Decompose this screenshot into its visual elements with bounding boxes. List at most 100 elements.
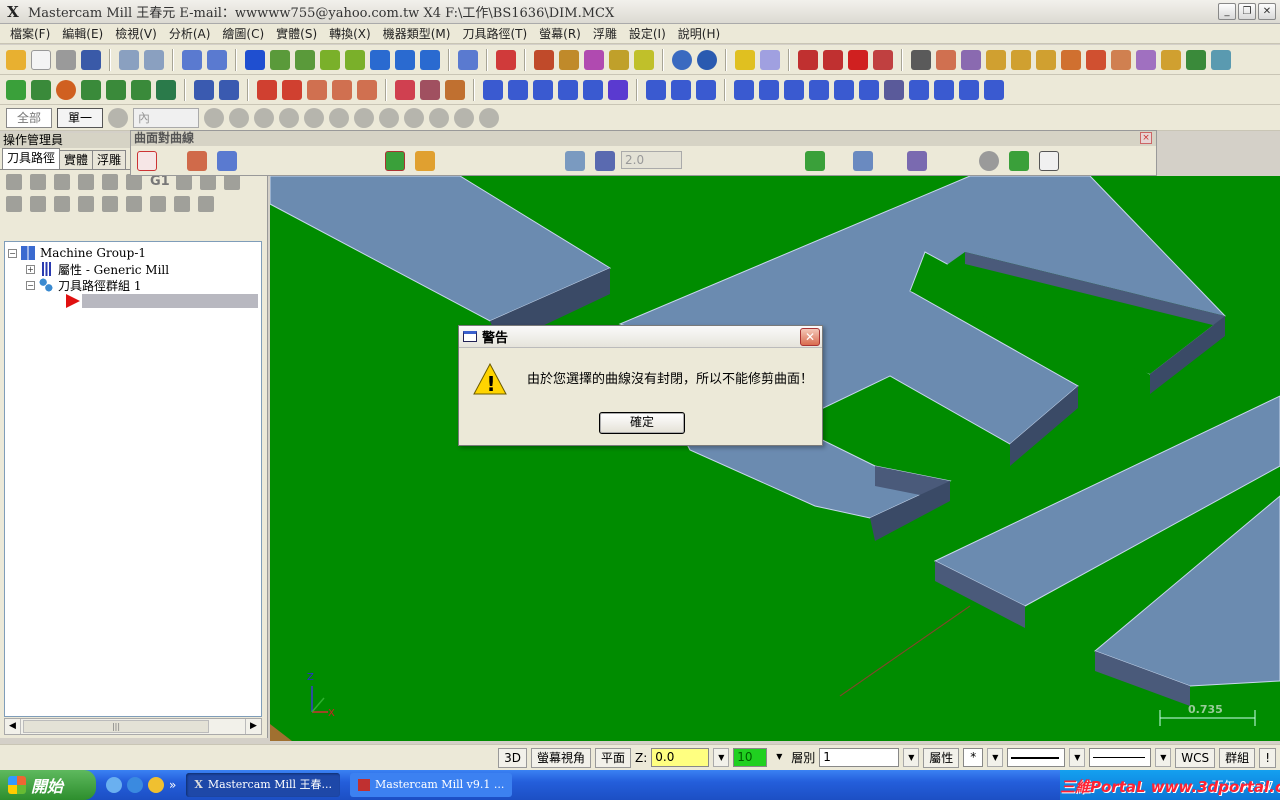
only-display-icon[interactable] <box>174 196 190 212</box>
print-icon[interactable] <box>56 49 76 70</box>
layer-dropdown[interactable]: ▼ <box>903 748 920 767</box>
verify-select-icon[interactable] <box>404 107 425 128</box>
z-depth-dropdown[interactable]: ▼ <box>713 748 730 767</box>
no-icon[interactable] <box>429 107 450 128</box>
grid-icon[interactable] <box>559 49 579 70</box>
unzoom-icon[interactable] <box>207 49 227 70</box>
task-mastercam-v9[interactable]: Mastercam Mill v9.1 ... <box>350 773 513 797</box>
save-icon[interactable] <box>81 49 101 70</box>
toggle-3d-button[interactable]: 3D <box>498 747 527 768</box>
trim-icon[interactable] <box>194 79 214 100</box>
screen-view-button[interactable]: 螢幕視角 <box>530 747 591 768</box>
surface-e-icon[interactable] <box>1086 49 1106 70</box>
expand-icon[interactable]: + <box>26 264 35 274</box>
project-view-icon[interactable] <box>595 151 615 171</box>
view-top-icon[interactable] <box>834 79 854 100</box>
levels-icon[interactable] <box>584 49 604 70</box>
hatch-icon[interactable] <box>420 79 440 100</box>
circle-icon[interactable] <box>56 79 76 100</box>
tree-item-properties[interactable]: + 屬性 - Generic Mill <box>8 261 258 277</box>
scroll-right-icon[interactable]: ▶ <box>245 719 261 734</box>
backplot-icon[interactable] <box>102 174 118 190</box>
sort-icon[interactable] <box>198 196 214 212</box>
front-view-icon[interactable] <box>295 49 315 70</box>
undelete-icon[interactable] <box>873 49 893 70</box>
move-up-icon[interactable] <box>102 196 118 212</box>
graphics-viewport[interactable]: Z X 0.735 <box>270 176 1280 741</box>
tree-item-machine-group[interactable]: − Machine Group-1 <box>8 245 258 261</box>
tree-insert-row[interactable] <box>8 293 258 309</box>
pan-icon[interactable] <box>245 49 265 70</box>
select-all-ops-icon[interactable] <box>6 174 22 190</box>
measure-icon[interactable] <box>823 49 843 70</box>
line-icon[interactable] <box>31 79 51 100</box>
select-dirty-ops-icon[interactable] <box>30 174 46 190</box>
view-right-icon[interactable] <box>809 79 829 100</box>
view-c-icon[interactable] <box>959 79 979 100</box>
menu-help[interactable]: 說明(H) <box>672 25 726 42</box>
menu-screen[interactable]: 螢幕(R) <box>533 25 587 42</box>
project-normal-icon[interactable] <box>565 151 585 171</box>
menu-xform[interactable]: 轉換(X) <box>323 25 377 42</box>
shape-b-icon[interactable] <box>279 107 300 128</box>
surface-f-icon[interactable] <box>1111 49 1131 70</box>
scroll-thumb[interactable]: ||| <box>23 720 209 733</box>
select-all-button[interactable]: 全部 <box>6 107 53 128</box>
toggle-post-icon[interactable] <box>54 196 70 212</box>
ok-button[interactable]: 確定 <box>599 412 685 434</box>
zoom-window-icon[interactable] <box>182 49 202 70</box>
restore-button[interactable]: ❐ <box>1238 3 1256 20</box>
collapse-icon[interactable]: − <box>8 248 17 258</box>
point-style-field[interactable]: * <box>963 748 984 767</box>
vector-icon[interactable] <box>379 107 400 128</box>
target-icon[interactable] <box>395 79 415 100</box>
regenerate-all-icon[interactable] <box>54 174 70 190</box>
dimension-icon[interactable] <box>332 79 352 100</box>
gear-icon[interactable] <box>108 107 129 128</box>
menu-analyze[interactable]: 分析(A) <box>163 25 217 42</box>
menu-settings[interactable]: 設定(I) <box>623 25 672 42</box>
color-icon[interactable] <box>907 151 927 171</box>
surface-b-icon[interactable] <box>1011 49 1031 70</box>
view-sheets-icon[interactable] <box>534 49 554 70</box>
post-selected-icon[interactable] <box>176 174 192 190</box>
analyze-icon[interactable] <box>798 49 818 70</box>
explorer-icon[interactable] <box>106 777 122 793</box>
groups-button[interactable]: 群組 <box>1219 747 1256 768</box>
ie-icon[interactable] <box>127 777 143 793</box>
line-width-dropdown[interactable]: ▼ <box>1155 748 1172 767</box>
move-down-icon[interactable] <box>78 196 94 212</box>
undo-icon[interactable] <box>119 49 139 70</box>
scale-icon[interactable] <box>583 79 603 100</box>
line-width-field[interactable] <box>1089 748 1152 767</box>
post-icon[interactable] <box>1211 49 1231 70</box>
status-alert-button[interactable]: ! <box>1259 747 1276 768</box>
offset-icon[interactable] <box>608 79 628 100</box>
fillet-icon[interactable] <box>106 79 126 100</box>
line-style-field[interactable] <box>1007 748 1066 767</box>
pencil-icon[interactable] <box>735 49 755 70</box>
rectangle-icon[interactable] <box>81 79 101 100</box>
layout-icon[interactable] <box>634 49 654 70</box>
view-bottom-icon[interactable] <box>859 79 879 100</box>
ok-icon[interactable] <box>1009 151 1029 171</box>
verify-icon[interactable] <box>1186 49 1206 70</box>
stretch-icon[interactable] <box>646 79 666 100</box>
planes-icon[interactable] <box>420 49 440 70</box>
tolerance-input[interactable]: 2.0 <box>621 151 682 169</box>
surface-rough-icon[interactable] <box>936 49 956 70</box>
side-view-icon[interactable] <box>320 49 340 70</box>
select-entity-icon[interactable] <box>137 151 157 171</box>
shape-a-icon[interactable] <box>254 107 275 128</box>
note-icon[interactable] <box>357 79 377 100</box>
lock-icon[interactable] <box>6 196 22 212</box>
point-style-dropdown[interactable]: ▼ <box>987 748 1004 767</box>
select-curve-icon[interactable] <box>217 151 237 171</box>
selection-mode-icon[interactable] <box>204 107 225 128</box>
extend-icon[interactable] <box>805 151 825 171</box>
menu-file[interactable]: 檔案(F) <box>4 25 56 42</box>
delete-original-icon[interactable] <box>415 151 435 171</box>
chain-icon[interactable] <box>911 49 931 70</box>
task-mastercam-x4[interactable]: X Mastercam Mill 王春... <box>186 773 340 797</box>
collapse-group-icon[interactable]: − <box>26 280 35 290</box>
